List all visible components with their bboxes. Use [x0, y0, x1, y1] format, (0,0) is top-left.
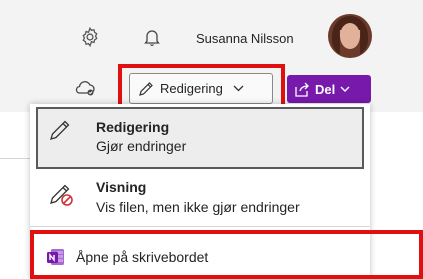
user-name[interactable]: Susanna Nilsson: [196, 31, 294, 46]
pencil-icon: [48, 118, 72, 147]
share-button[interactable]: Del: [287, 75, 371, 103]
share-icon: [294, 82, 310, 97]
open-desktop-label[interactable]: Åpne på skrivebordet: [76, 249, 208, 265]
pencil-blocked-icon: [48, 180, 76, 213]
chevron-down-icon: [233, 85, 244, 92]
chevron-down-icon: [340, 86, 350, 93]
pencil-icon: [138, 81, 154, 97]
page-background: [0, 112, 30, 279]
avatar-face: [340, 23, 360, 49]
gear-icon[interactable]: [78, 25, 102, 49]
menu-item-title: Visning: [96, 179, 147, 195]
onenote-icon: [46, 247, 66, 267]
menu-item-subtitle: Vis filen, men ikke gjør endringer: [96, 199, 300, 215]
cloud-sync-icon[interactable]: [74, 79, 96, 97]
edit-mode-label: Redigering: [160, 81, 223, 96]
share-label: Del: [315, 81, 336, 97]
avatar[interactable]: [328, 14, 372, 58]
screenshot-stage: Susanna Nilsson Redigering Del Redigerin…: [0, 0, 423, 279]
menu-item-subtitle: Gjør endringer: [96, 138, 187, 154]
edit-mode-button[interactable]: Redigering: [129, 73, 273, 104]
divider: [0, 158, 30, 159]
menu-item-editing[interactable]: [36, 107, 364, 169]
menu-item-title: Redigering: [96, 119, 170, 135]
bell-icon[interactable]: [142, 26, 162, 48]
menu-divider: [30, 226, 370, 227]
